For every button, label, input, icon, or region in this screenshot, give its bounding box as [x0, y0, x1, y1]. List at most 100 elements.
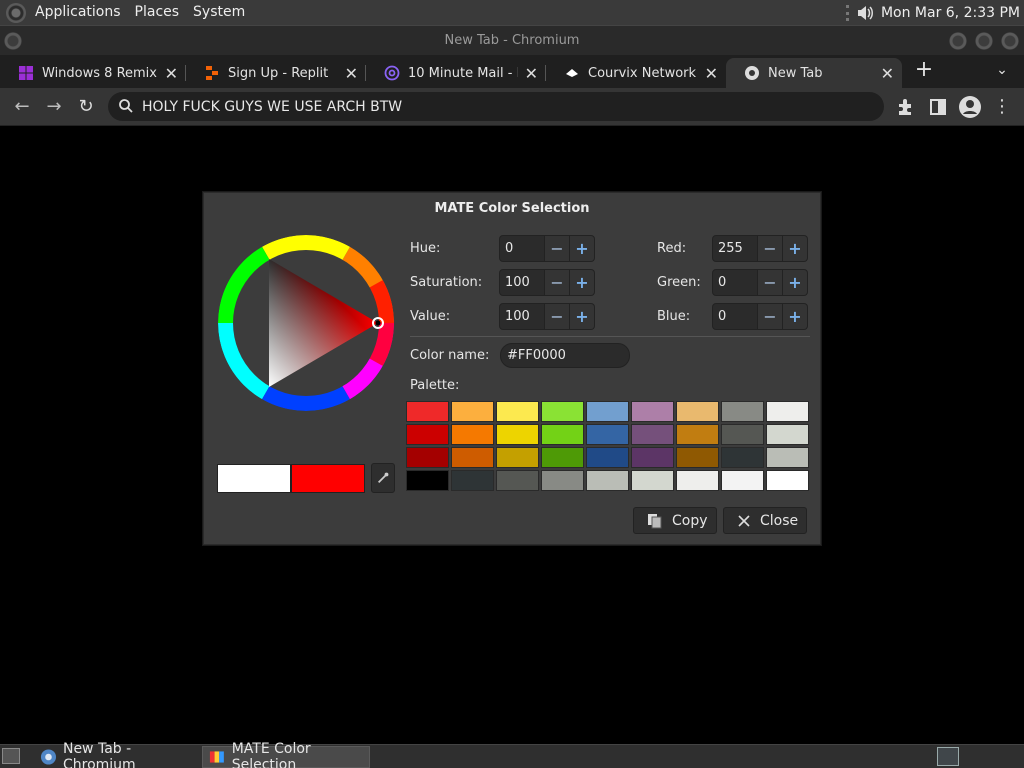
close-icon[interactable]: ✕ — [345, 64, 358, 83]
palette-swatch[interactable] — [676, 447, 719, 468]
close-icon[interactable]: ✕ — [705, 64, 718, 83]
palette-swatch[interactable] — [676, 401, 719, 422]
palette-swatch[interactable] — [451, 470, 494, 491]
palette-swatch[interactable] — [721, 424, 764, 445]
palette-swatch[interactable] — [631, 401, 674, 422]
green-increment-button[interactable]: + — [783, 269, 808, 296]
volume-icon[interactable] — [855, 3, 875, 23]
chevron-down-icon[interactable]: ⌄ — [990, 58, 1014, 82]
saturation-decrement-button[interactable]: − — [545, 269, 570, 296]
hue-input[interactable]: 0 — [499, 235, 545, 262]
palette-swatch[interactable] — [586, 401, 629, 422]
palette-swatch[interactable] — [586, 424, 629, 445]
palette-swatch[interactable] — [721, 447, 764, 468]
red-input[interactable]: 255 — [712, 235, 758, 262]
close-icon[interactable]: ✕ — [165, 64, 178, 83]
system-menu[interactable]: System — [186, 0, 252, 25]
taskbar-item-color-selection[interactable]: MATE Color Selection — [202, 741, 370, 768]
palette-swatch[interactable] — [451, 424, 494, 445]
close-label: Close — [760, 512, 799, 529]
mate-logo-icon[interactable] — [6, 2, 26, 23]
palette-swatch[interactable] — [631, 447, 674, 468]
taskbar-item-chromium[interactable]: New Tab - Chromium — [34, 741, 200, 768]
palette-swatch[interactable] — [766, 401, 809, 422]
palette-swatch[interactable] — [406, 424, 449, 445]
palette-swatch[interactable] — [541, 424, 584, 445]
palette-swatch[interactable] — [451, 401, 494, 422]
new-tab-button[interactable]: + — [912, 58, 936, 82]
close-icon[interactable]: ✕ — [525, 64, 538, 83]
palette-swatch[interactable] — [406, 447, 449, 468]
palette-swatch[interactable] — [766, 424, 809, 445]
green-input[interactable]: 0 — [712, 269, 758, 296]
tab-courvix-network[interactable]: Courvix Network ✕ — [546, 58, 726, 88]
close-icon[interactable]: ✕ — [881, 64, 894, 83]
window-titlebar[interactable]: New Tab - Chromium — [0, 25, 1024, 55]
palette-swatch[interactable] — [676, 424, 719, 445]
palette-swatch[interactable] — [541, 447, 584, 468]
extensions-icon[interactable] — [894, 95, 918, 119]
palette-swatch[interactable] — [406, 401, 449, 422]
workspace-switcher[interactable] — [937, 747, 959, 766]
eyedropper-icon[interactable] — [371, 463, 395, 493]
palette-swatch[interactable] — [631, 470, 674, 491]
value-decrement-button[interactable]: − — [545, 303, 570, 330]
palette-swatch[interactable] — [541, 470, 584, 491]
current-color-swatch[interactable] — [291, 464, 365, 493]
palette-swatch[interactable] — [721, 401, 764, 422]
copy-button[interactable]: Copy — [633, 507, 717, 534]
close-window-button[interactable] — [1001, 32, 1019, 50]
hue-increment-button[interactable]: + — [570, 235, 595, 262]
tab-sign-up-replit[interactable]: Sign Up - Replit ✕ — [186, 58, 366, 88]
blue-input[interactable]: 0 — [712, 303, 758, 330]
saturation-input[interactable]: 100 — [499, 269, 545, 296]
saturation-increment-button[interactable]: + — [570, 269, 595, 296]
replit-icon — [206, 66, 218, 80]
reload-button[interactable]: ↻ — [74, 95, 98, 119]
palette-swatch[interactable] — [451, 447, 494, 468]
tab-new-tab[interactable]: New Tab ✕ — [726, 58, 902, 88]
forward-button[interactable]: → — [42, 95, 66, 119]
palette-swatch[interactable] — [586, 470, 629, 491]
palette-grid — [406, 401, 809, 493]
palette-swatch[interactable] — [496, 447, 539, 468]
show-desktop-icon[interactable] — [2, 748, 20, 764]
palette-swatch[interactable] — [406, 470, 449, 491]
places-menu[interactable]: Places — [128, 0, 187, 25]
red-increment-button[interactable]: + — [783, 235, 808, 262]
tab-10-minute-mail[interactable]: 10 Minute Mail - Fre ✕ — [366, 58, 546, 88]
applications-menu[interactable]: Applications — [28, 0, 128, 25]
palette-swatch[interactable] — [496, 401, 539, 422]
palette-swatch[interactable] — [496, 424, 539, 445]
palette-swatch[interactable] — [766, 447, 809, 468]
blue-increment-button[interactable]: + — [783, 303, 808, 330]
tab-windows-8-remix[interactable]: Windows 8 Remix ✕ — [0, 58, 186, 88]
blue-decrement-button[interactable]: − — [758, 303, 783, 330]
palette-swatch[interactable] — [766, 470, 809, 491]
red-decrement-button[interactable]: − — [758, 235, 783, 262]
color-wheel[interactable] — [218, 235, 394, 411]
minimize-button[interactable] — [949, 32, 967, 50]
bottom-panel: New Tab - Chromium MATE Color Selection — [0, 741, 1024, 768]
value-input[interactable]: 100 — [499, 303, 545, 330]
close-button[interactable]: Close — [723, 507, 807, 534]
palette-swatch[interactable] — [721, 470, 764, 491]
saturation-spinbox: 100 − + — [499, 269, 595, 296]
green-decrement-button[interactable]: − — [758, 269, 783, 296]
hue-decrement-button[interactable]: − — [545, 235, 570, 262]
address-bar[interactable]: HOLY FUCK GUYS WE USE ARCH BTW — [108, 92, 884, 121]
palette-swatch[interactable] — [676, 470, 719, 491]
value-increment-button[interactable]: + — [570, 303, 595, 330]
palette-swatch[interactable] — [631, 424, 674, 445]
palette-swatch[interactable] — [586, 447, 629, 468]
color-name-input[interactable]: #FF0000 — [500, 343, 630, 368]
more-menu-icon[interactable]: ⋮ — [990, 95, 1014, 119]
palette-swatch[interactable] — [496, 470, 539, 491]
profile-avatar-icon[interactable] — [958, 95, 982, 119]
previous-color-swatch[interactable] — [217, 464, 291, 493]
palette-swatch[interactable] — [541, 401, 584, 422]
back-button[interactable]: ← — [10, 95, 34, 119]
side-panel-icon[interactable] — [926, 95, 950, 119]
maximize-button[interactable] — [975, 32, 993, 50]
clock[interactable]: Mon Mar 6, 2:33 PM — [881, 5, 1020, 21]
